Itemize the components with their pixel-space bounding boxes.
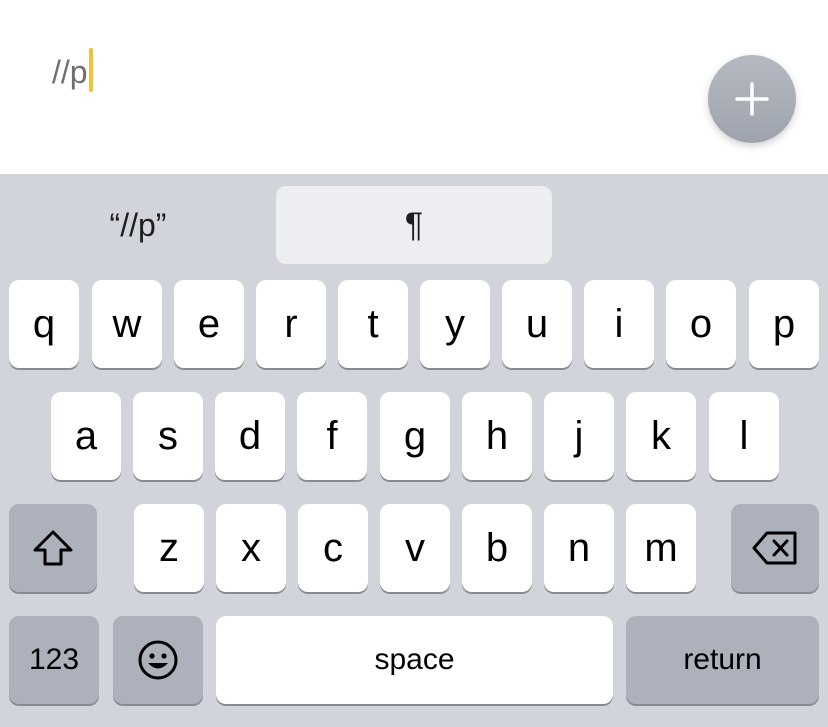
- numbers-key[interactable]: 123: [9, 616, 99, 704]
- key-m[interactable]: m: [626, 504, 696, 592]
- key-y[interactable]: y: [420, 280, 490, 368]
- key-v[interactable]: v: [380, 504, 450, 592]
- editor-text[interactable]: //p: [52, 52, 88, 92]
- add-button[interactable]: [708, 55, 796, 143]
- suggestion-bar: “//p” ¶: [0, 174, 828, 270]
- key-d[interactable]: d: [215, 392, 285, 480]
- note-editor[interactable]: //p: [0, 0, 828, 174]
- key-c[interactable]: c: [298, 504, 368, 592]
- key-p[interactable]: p: [749, 280, 819, 368]
- suggestion-empty[interactable]: [552, 186, 828, 264]
- shift-key[interactable]: [9, 504, 97, 592]
- emoji-icon: [138, 640, 178, 680]
- key-j[interactable]: j: [544, 392, 614, 480]
- text-caret: [89, 48, 93, 92]
- key-t[interactable]: t: [338, 280, 408, 368]
- key-s[interactable]: s: [133, 392, 203, 480]
- key-a[interactable]: a: [51, 392, 121, 480]
- emoji-key[interactable]: [113, 616, 203, 704]
- key-u[interactable]: u: [502, 280, 572, 368]
- return-key[interactable]: return: [626, 616, 819, 704]
- key-o[interactable]: o: [666, 280, 736, 368]
- key-i[interactable]: i: [584, 280, 654, 368]
- keyboard: “//p” ¶ q w e r t y u i o p a s d f g h …: [0, 174, 828, 727]
- key-e[interactable]: e: [174, 280, 244, 368]
- suggestion-literal[interactable]: “//p”: [0, 186, 276, 264]
- delete-key[interactable]: [731, 504, 819, 592]
- key-x[interactable]: x: [216, 504, 286, 592]
- key-w[interactable]: w: [92, 280, 162, 368]
- key-n[interactable]: n: [544, 504, 614, 592]
- key-g[interactable]: g: [380, 392, 450, 480]
- suggestion-pilcrow[interactable]: ¶: [276, 186, 552, 264]
- shift-icon: [33, 530, 73, 566]
- key-z[interactable]: z: [134, 504, 204, 592]
- key-k[interactable]: k: [626, 392, 696, 480]
- plus-icon: [735, 82, 769, 116]
- key-b[interactable]: b: [462, 504, 532, 592]
- delete-icon: [752, 531, 797, 565]
- key-l[interactable]: l: [709, 392, 779, 480]
- key-h[interactable]: h: [462, 392, 532, 480]
- space-key[interactable]: space: [216, 616, 613, 704]
- key-r[interactable]: r: [256, 280, 326, 368]
- key-f[interactable]: f: [297, 392, 367, 480]
- key-q[interactable]: q: [9, 280, 79, 368]
